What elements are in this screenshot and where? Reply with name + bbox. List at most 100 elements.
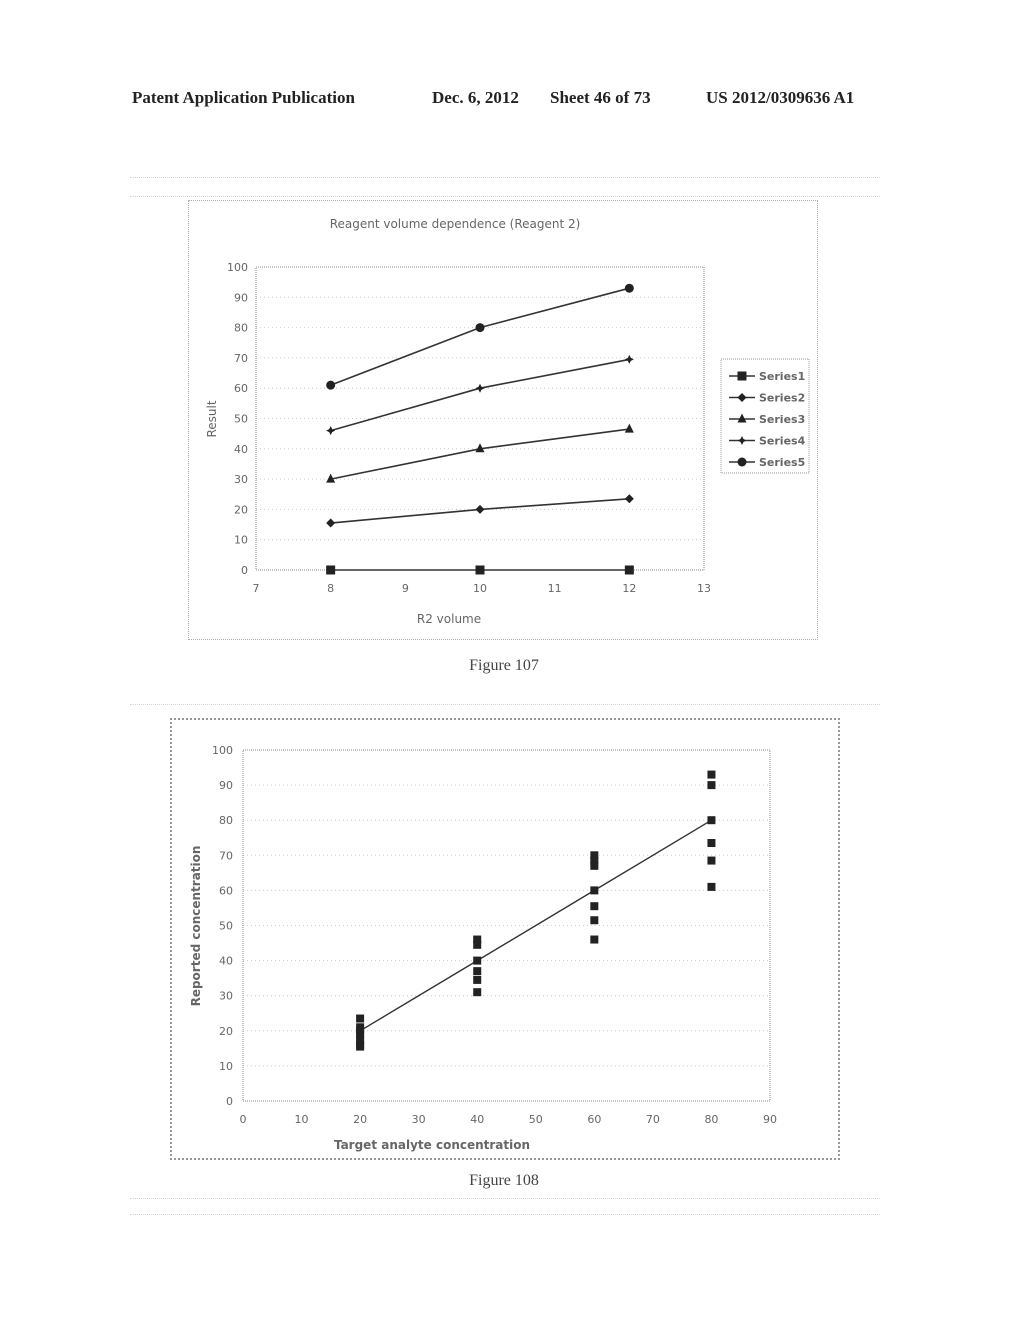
data-point (326, 518, 336, 528)
sheet-number: Sheet 46 of 73 (550, 88, 651, 107)
divider (130, 1214, 880, 1215)
x-tick-label: 10 (295, 1113, 309, 1126)
data-point (473, 988, 482, 997)
divider (130, 704, 880, 705)
divider (130, 1198, 880, 1199)
y-tick-label: 60 (219, 884, 233, 897)
data-point (624, 283, 634, 293)
data-point (624, 565, 634, 575)
y-tick-label: 70 (234, 352, 248, 365)
data-point (707, 781, 716, 790)
y-tick-label: 50 (219, 920, 233, 933)
x-tick-label: 40 (470, 1113, 484, 1126)
y-tick-label: 0 (226, 1095, 233, 1108)
x-tick-label: 10 (473, 582, 487, 595)
scatter-chart: 0 10 20 30 40 50 60 70 80 90 100 0 10 20 30 40 50 60 70 80… (189, 744, 777, 1152)
y-tick-label: 40 (219, 955, 233, 968)
legend-entry: Series2 (759, 392, 805, 405)
y-tick-label: 0 (241, 564, 248, 577)
data-point (475, 504, 485, 514)
y-tick-label: 20 (219, 1025, 233, 1038)
data-point (473, 975, 482, 984)
y-tick-label: 60 (234, 382, 248, 395)
y-tick-label: 10 (234, 534, 248, 547)
x-tick-label: 9 (402, 582, 409, 595)
legend-entry: Series4 (759, 435, 806, 448)
patent-header: Patent Application Publication Dec. 6, 2… (132, 88, 882, 114)
patent-number: US 2012/0309636 A1 (706, 88, 855, 107)
x-tick-label: 7 (253, 582, 260, 595)
divider (130, 196, 880, 197)
series-line-series4 (330, 358, 630, 432)
y-tick-label: 50 (234, 413, 248, 426)
trendline (359, 819, 712, 1032)
x-tick-label: 80 (704, 1113, 718, 1126)
data-point (356, 1014, 365, 1023)
data-point (473, 956, 482, 965)
data-point (590, 886, 599, 895)
x-tick-label: 70 (646, 1113, 660, 1126)
y-tick-label: 20 (234, 503, 248, 516)
y-tick-label: 90 (234, 291, 248, 304)
data-point (475, 565, 485, 575)
y-tick-label: 10 (219, 1060, 233, 1073)
line-chart: Reagent volume dependence (Reagent 2) 0 1… (205, 217, 810, 626)
data-point (707, 839, 716, 848)
x-axis-label: R2 volume (417, 612, 481, 626)
y-tick-label: 70 (219, 849, 233, 862)
data-point (624, 423, 634, 433)
x-tick-label: 60 (587, 1113, 601, 1126)
x-tick-label: 12 (622, 582, 636, 595)
divider (130, 177, 880, 178)
data-point (590, 916, 599, 925)
legend-marker (737, 371, 747, 381)
y-tick-label: 90 (219, 779, 233, 792)
chart-title: Reagent volume dependence (Reagent 2) (330, 217, 581, 231)
data-point (326, 380, 336, 390)
y-tick-label: 80 (219, 814, 233, 827)
legend-entry: Series3 (759, 413, 805, 426)
series-line-series3 (330, 428, 630, 480)
data-point (624, 354, 634, 364)
data-point (475, 323, 485, 333)
data-point (475, 383, 485, 393)
data-point (707, 770, 716, 779)
legend-entry: Series5 (759, 456, 805, 469)
legend-marker (737, 457, 747, 467)
x-tick-label: 11 (548, 582, 562, 595)
x-axis-label: Target analyte concentration (334, 1138, 530, 1152)
figure-108-caption: Figure 108 (469, 1172, 539, 1189)
publication-date: Dec. 6, 2012 (432, 88, 519, 107)
figure-107-chart: Reagent volume dependence (Reagent 2) 0 1… (188, 200, 818, 640)
y-axis-label: Result (205, 400, 219, 437)
data-point (624, 494, 634, 504)
y-tick-label: 30 (234, 473, 248, 486)
y-tick-label: 40 (234, 443, 248, 456)
y-axis-label: Reported concentration (189, 846, 203, 1007)
data-point (590, 902, 599, 911)
y-tick-label: 30 (219, 990, 233, 1003)
data-point (707, 816, 716, 825)
figure-107-caption: Figure 107 (469, 657, 539, 674)
data-point (473, 967, 482, 976)
data-point (326, 426, 336, 436)
series-line-series5 (330, 287, 630, 386)
y-tick-label: 100 (212, 744, 233, 757)
x-tick-label: 90 (763, 1113, 777, 1126)
y-tick-label: 80 (234, 322, 248, 335)
data-point (326, 565, 336, 575)
data-point (356, 1042, 365, 1051)
data-point (590, 861, 599, 870)
x-tick-label: 0 (240, 1113, 247, 1126)
data-point (707, 882, 716, 891)
plot-area (242, 749, 771, 1102)
figure-108-chart: 0 10 20 30 40 50 60 70 80 90 100 0 10 20 30 40 50 60 70 80… (170, 718, 840, 1160)
x-tick-label: 50 (529, 1113, 543, 1126)
legend-entry: Series1 (759, 370, 805, 383)
x-tick-label: 30 (412, 1113, 426, 1126)
x-tick-label: 20 (353, 1113, 367, 1126)
publication-label: Patent Application Publication (132, 88, 355, 107)
y-tick-label: 100 (227, 261, 248, 274)
x-tick-label: 8 (327, 582, 334, 595)
x-tick-label: 13 (697, 582, 711, 595)
